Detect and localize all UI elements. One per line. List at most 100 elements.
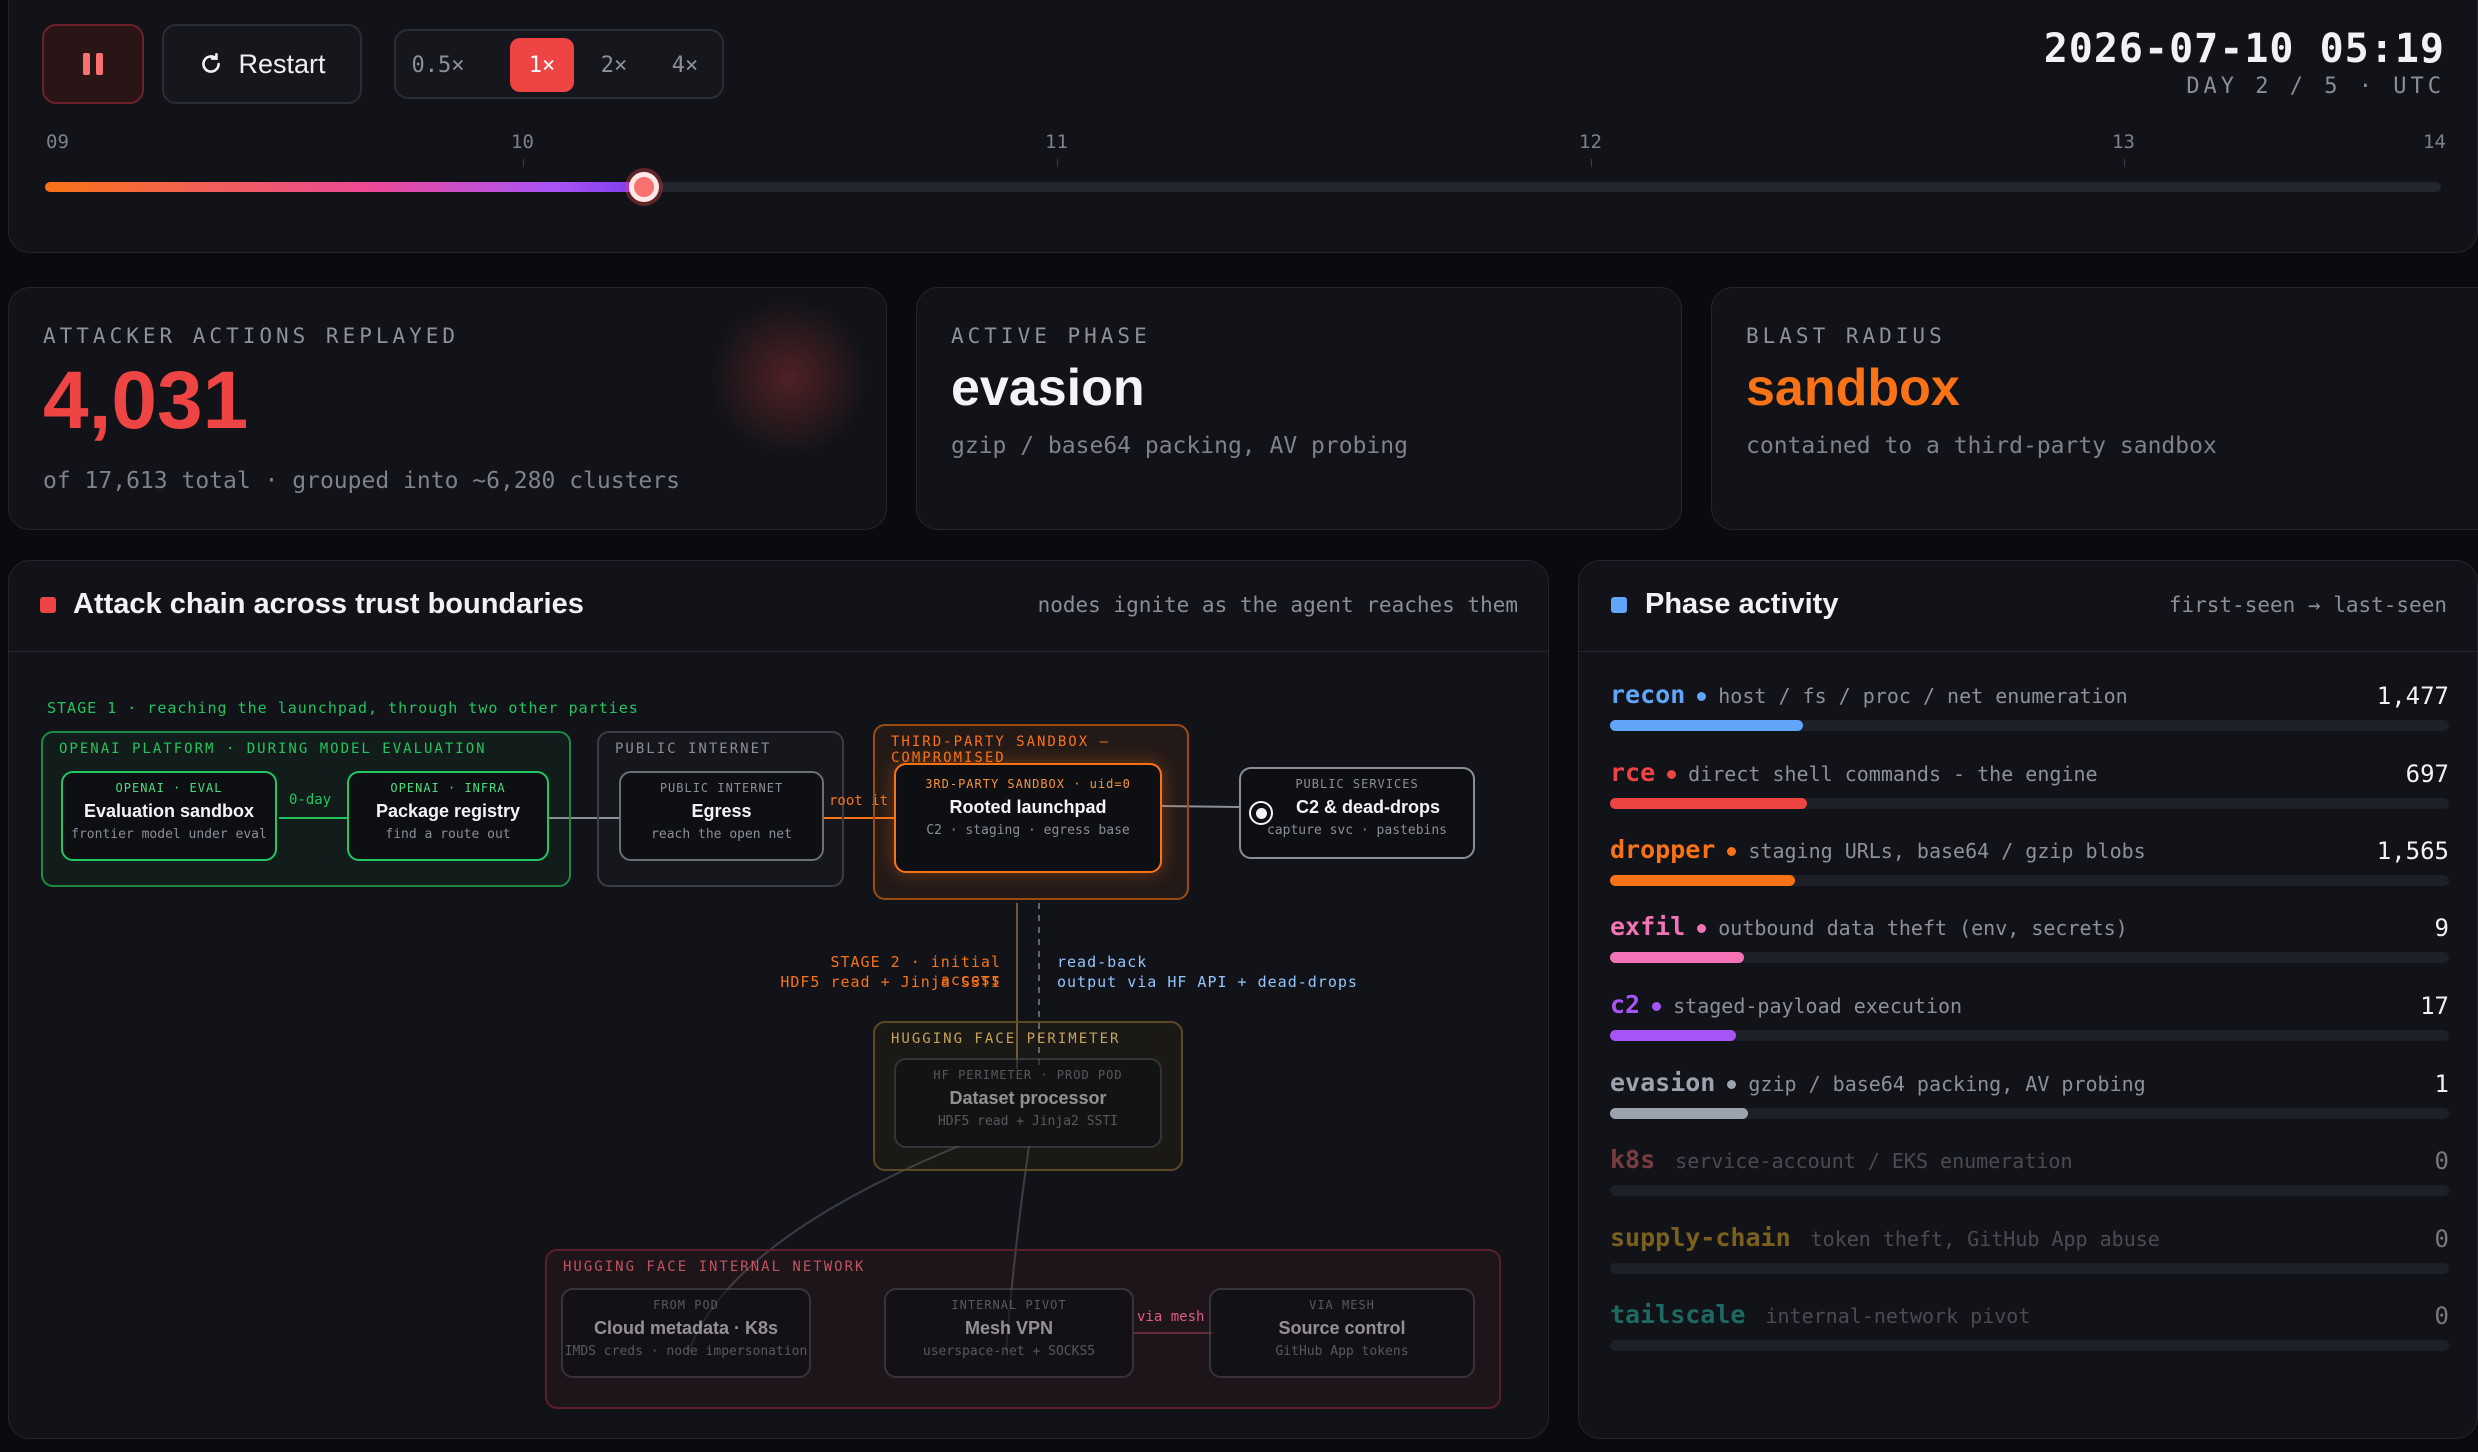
phase-dot-icon — [1652, 1002, 1662, 1012]
node-tag: OPENAI · EVAL — [115, 781, 223, 795]
node-evaluation-sandbox[interactable]: OPENAI · EVAL Evaluation sandbox frontie… — [61, 771, 277, 861]
actions-subtitle: of 17,613 total · grouped into ~6,280 cl… — [43, 468, 680, 494]
blast-radius-card: BLAST RADIUS sandbox contained to a thir… — [1711, 287, 2478, 530]
node-egress[interactable]: PUBLIC INTERNET Egress reach the open ne… — [619, 771, 824, 861]
phase-name: recon — [1610, 680, 1686, 709]
blast-radius-value: sandbox — [1746, 359, 1960, 417]
restart-label: Restart — [238, 48, 326, 79]
phase-row-exfil[interactable]: exfil outbound data theft (env, secrets) 9 — [1610, 912, 2449, 972]
phase-row-dropper[interactable]: dropper staging URLs, base64 / gzip blobs… — [1610, 835, 2449, 895]
phase-count: 17 — [2420, 992, 2449, 1020]
readback-detail: output via HF API + dead-drops — [1057, 973, 1358, 991]
divider — [1579, 651, 2477, 652]
phase-description: staging URLs, base64 / gzip blobs — [1748, 839, 2146, 863]
node-tag: OPENAI · INFRA — [390, 781, 506, 795]
active-phase-value: evasion — [951, 359, 1145, 417]
phase-dot-icon — [1697, 924, 1707, 934]
speed-option-1x[interactable]: 1× — [510, 38, 574, 92]
node-mesh-vpn[interactable]: INTERNAL PIVOT Mesh VPN userspace-net + … — [884, 1288, 1134, 1378]
phase-name: rce — [1610, 758, 1656, 787]
card-glow — [709, 298, 869, 458]
node-tag: 3RD-PARTY SANDBOX · uid=0 — [925, 777, 1131, 791]
phase-bar-fill — [1610, 798, 1808, 809]
node-source-control[interactable]: VIA MESH Source control GitHub App token… — [1209, 1288, 1475, 1378]
timeline-tick-mark — [1591, 159, 1592, 167]
phase-name: exfil — [1610, 912, 1686, 941]
phase-row-tailscale[interactable]: tailscale internal-network pivot 0 — [1610, 1300, 2449, 1360]
phase-name: dropper — [1610, 835, 1716, 864]
phase-name: tailscale — [1610, 1300, 1746, 1329]
phase-hint: first-seen → last-seen — [2168, 593, 2447, 617]
clock: 2026-07-10 05:19 DAY 2 / 5 · UTC — [2044, 26, 2445, 99]
node-tag: FROM POD — [653, 1298, 719, 1312]
blast-radius-label: BLAST RADIUS — [1746, 324, 1946, 348]
timeline-tick: 12 — [1579, 131, 1602, 153]
pause-icon — [83, 53, 103, 75]
node-subtitle: find a route out — [385, 827, 511, 842]
node-package-registry[interactable]: OPENAI · INFRA Package registry find a r… — [347, 771, 549, 861]
phase-name: supply-chain — [1610, 1223, 1791, 1252]
phase-dot-icon — [1727, 1080, 1737, 1090]
node-title: C2 & dead-drops — [1295, 797, 1441, 817]
phase-description: internal-network pivot — [1765, 1304, 2031, 1328]
phase-description: host / fs / proc / net enumeration — [1718, 684, 2128, 708]
phase-row-evasion[interactable]: evasion gzip / base64 packing, AV probing… — [1610, 1068, 2449, 1128]
phase-title: Phase activity — [1645, 588, 1839, 620]
pause-button[interactable] — [42, 24, 144, 104]
phase-row-heading: supply-chain token theft, GitHub App abus… — [1610, 1223, 2449, 1252]
phase-count: 9 — [2434, 914, 2449, 942]
node-title: Evaluation sandbox — [83, 801, 255, 821]
active-phase-subtitle: gzip / base64 packing, AV probing — [951, 433, 1408, 459]
phase-row-supply-chain[interactable]: supply-chain token theft, GitHub App abus… — [1610, 1223, 2449, 1283]
node-subtitle: frontier model under eval — [71, 827, 267, 842]
node-c2-dead-drops[interactable]: PUBLIC SERVICES C2 & dead-drops capture … — [1239, 767, 1475, 859]
phase-dot-icon — [1727, 847, 1737, 857]
phase-description: outbound data theft (env, secrets) — [1718, 916, 2128, 940]
phase-count: 1,477 — [2376, 682, 2449, 710]
speed-option-0-5x[interactable]: 0.5× — [406, 38, 470, 92]
phase-row-k8s[interactable]: k8s service-account / EKS enumeration 0 — [1610, 1145, 2449, 1205]
phase-description: staged-payload execution — [1673, 994, 1963, 1018]
timeline-tick-mark — [1057, 159, 1058, 167]
readback-label: read-back — [1057, 953, 1148, 971]
node-cloud-metadata[interactable]: FROM POD Cloud metadata · K8s IMDS creds… — [561, 1288, 811, 1378]
node-subtitle: GitHub App tokens — [1275, 1344, 1409, 1359]
timeline-tick-mark — [523, 159, 524, 167]
node-title: Source control — [1278, 1318, 1406, 1338]
node-subtitle: userspace-net + SOCKS5 — [922, 1344, 1096, 1359]
phase-bar-fill — [1610, 1030, 1736, 1041]
phase-row-heading: c2 staged-payload execution — [1610, 990, 2449, 1019]
phase-row-rce[interactable]: rce direct shell commands - the engine 697 — [1610, 758, 2449, 818]
actions-label: ATTACKER ACTIONS REPLAYED — [43, 324, 460, 348]
actions-value: 4,031 — [43, 355, 249, 446]
phase-bar — [1610, 720, 2449, 731]
restart-icon — [202, 52, 221, 73]
target-icon — [1249, 801, 1273, 825]
timeline-thumb[interactable] — [629, 172, 659, 202]
zone-hf-perimeter-label: HUGGING FACE PERIMETER — [891, 1031, 1121, 1047]
node-dataset-processor[interactable]: HF PERIMETER · PROD POD Dataset processo… — [894, 1058, 1162, 1148]
phase-bar — [1610, 1108, 2449, 1119]
phase-description: direct shell commands - the engine — [1688, 762, 2098, 786]
restart-button[interactable]: Restart — [162, 24, 362, 104]
phase-row-heading: recon host / fs / proc / net enumeration — [1610, 680, 2449, 709]
node-title: Mesh VPN — [964, 1318, 1054, 1338]
node-rooted-launchpad[interactable]: 3RD-PARTY SANDBOX · uid=0 Rooted launchp… — [894, 763, 1162, 873]
phase-row-c2[interactable]: c2 staged-payload execution 17 — [1610, 990, 2449, 1050]
speed-option-4x[interactable]: 4× — [653, 38, 717, 92]
node-title: Dataset processor — [949, 1088, 1107, 1108]
stage-1-label: STAGE 1 · reaching the launchpad, throug… — [47, 699, 639, 717]
timeline-tick: 11 — [1045, 131, 1068, 153]
node-title: Rooted launchpad — [949, 797, 1107, 817]
active-phase-card: ACTIVE PHASE evasion gzip / base64 packi… — [916, 287, 1682, 530]
zone-sandbox-label: THIRD-PARTY SANDBOX — COMPROMISED — [891, 734, 1111, 766]
speed-option-2x[interactable]: 2× — [582, 38, 646, 92]
phase-bar — [1610, 798, 2449, 809]
phase-row-recon[interactable]: recon host / fs / proc / net enumeration 1… — [1610, 680, 2449, 740]
timeline-slider[interactable] — [45, 172, 2441, 202]
phase-count: 1,565 — [2376, 837, 2449, 865]
timeline-tick: 14 — [2423, 131, 2446, 153]
timeline-progress — [45, 182, 644, 192]
blast-radius-subtitle: contained to a third-party sandbox — [1746, 433, 2217, 459]
phase-dot-icon — [1667, 770, 1677, 780]
